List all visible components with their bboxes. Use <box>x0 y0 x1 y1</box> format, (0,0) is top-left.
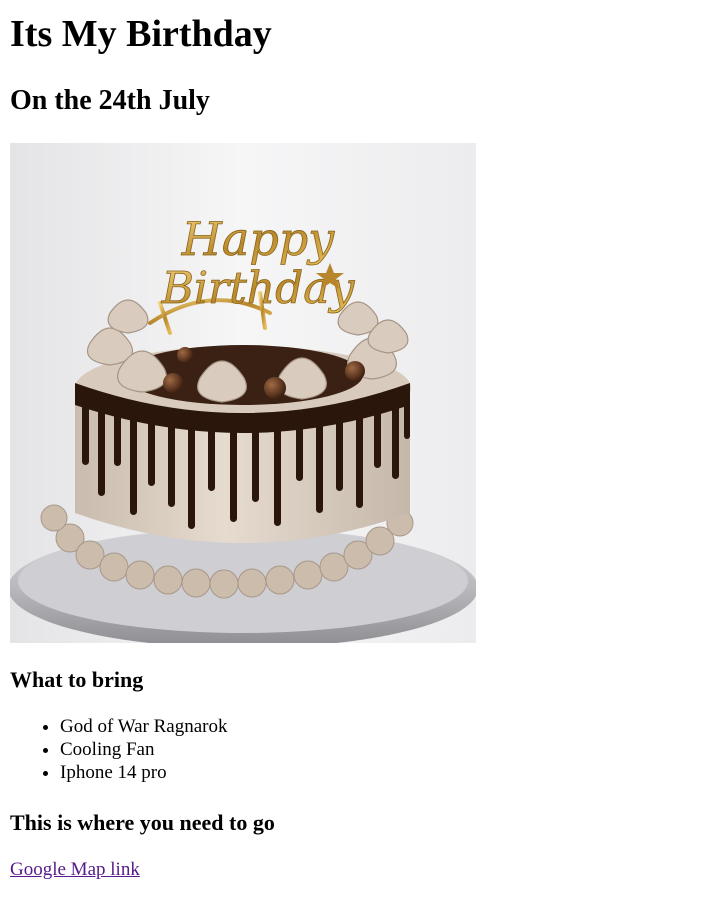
topper-birthday-text: Birthday <box>161 263 356 314</box>
page-subtitle: On the 24th July <box>10 85 210 116</box>
topper-happy-text: Happy <box>181 212 335 266</box>
birthday-cake-image: Happy Birthday <box>10 143 476 643</box>
list-item: Cooling Fan <box>60 738 228 761</box>
location-heading: This is where you need to go <box>10 810 275 835</box>
bring-list: God of War Ragnarok Cooling Fan Iphone 1… <box>10 715 228 784</box>
page-title: Its My Birthday <box>10 13 272 55</box>
list-item: Iphone 14 pro <box>60 761 228 784</box>
google-map-link[interactable]: Google Map link <box>10 858 140 882</box>
what-to-bring-heading: What to bring <box>10 667 144 692</box>
list-item: God of War Ragnarok <box>60 715 228 738</box>
